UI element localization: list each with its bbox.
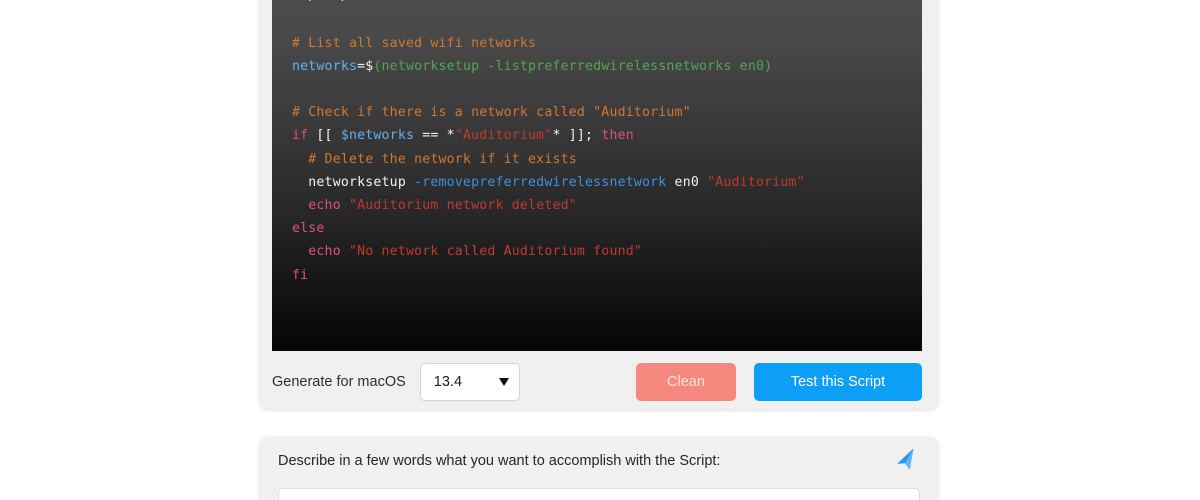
test-this-script-button[interactable]: Test this Script <box>754 363 922 401</box>
generate-for-macos-label: Generate for macOS <box>272 374 406 390</box>
code-token-white: networksetup <box>292 174 415 190</box>
chevron-down-icon <box>498 378 509 386</box>
code-token-kw: echo <box>292 244 341 260</box>
code-token-comment: # Delete the network if it exists <box>292 151 577 167</box>
code-token-flag: -removepreferredwirelessnetwork <box>414 174 667 190</box>
code-token-white: en0 <box>666 174 708 190</box>
code-token-plain: #!/bin/bash <box>292 0 382 4</box>
script-controls: Generate for macOS 13.4 Clean Test this … <box>272 359 922 405</box>
macos-version-select[interactable]: 13.4 <box>419 363 520 401</box>
code-block[interactable]: #!/bin/bash # List all saved wifi networ… <box>272 0 922 351</box>
code-token-string: "No network called Auditorium found" <box>340 244 643 260</box>
send-paper-plane-icon[interactable] <box>894 448 920 474</box>
code-token-string: "Auditorium" <box>454 128 553 144</box>
code-token-kw: if <box>292 128 309 144</box>
describe-card: Describe in a few words what you want to… <box>260 437 938 500</box>
clean-button[interactable]: Clean <box>636 363 736 401</box>
code-token-white: [[ <box>308 128 341 144</box>
macos-version-value: 13.4 <box>433 374 463 390</box>
describe-input[interactable]: list all saved wifi networks and if ther… <box>278 488 920 500</box>
code-token-var: networks <box>292 58 358 74</box>
describe-label: Describe in a few words what you want to… <box>278 453 721 469</box>
script-generator-page: #!/bin/bash # List all saved wifi networ… <box>0 0 1200 500</box>
describe-header: Describe in a few words what you want to… <box>278 448 920 474</box>
code-token-kw: fi <box>292 267 309 283</box>
code-token-string: "Auditorium network deleted" <box>340 198 577 214</box>
code-token-kw: then <box>601 128 634 144</box>
code-token-string: "Auditorium" <box>707 174 805 190</box>
code-token-white: =$ <box>357 58 374 74</box>
code-token-var: $networks <box>340 128 415 144</box>
code-token-white: * ]]; <box>552 128 602 144</box>
code-token-comment: # Check if there is a network called "Au… <box>292 105 691 121</box>
code-token-func: (networksetup -listpreferredwirelessnetw… <box>373 58 773 74</box>
code-token-comment: # List all saved wifi networks <box>292 35 537 51</box>
code-token-kw: echo <box>292 198 341 214</box>
code-token-white: == * <box>414 128 455 144</box>
code-token-kw: else <box>292 221 325 237</box>
script-code: #!/bin/bash # List all saved wifi networ… <box>292 0 904 287</box>
